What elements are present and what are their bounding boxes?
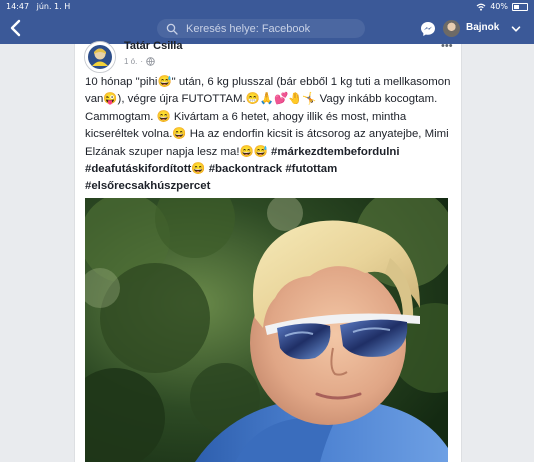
battery-percent: 40% (490, 2, 508, 11)
wifi-icon (476, 3, 486, 11)
profile-name[interactable]: Bajnok (466, 22, 499, 33)
more-icon[interactable]: ••• (441, 40, 453, 52)
status-time: 14:47 (6, 2, 30, 11)
status-date: jún. 1. H (36, 2, 71, 11)
search-bar[interactable] (157, 19, 365, 38)
hashtag[interactable]: #márkezdtembefordulni (271, 146, 400, 158)
post-time[interactable]: 1 ó. (124, 57, 137, 66)
hashtag[interactable]: #deafutáskifordított (85, 163, 191, 175)
hashtag[interactable]: #futottam (285, 163, 337, 175)
chevron-down-icon[interactable] (510, 23, 522, 35)
selfie-photo (85, 198, 448, 462)
search-input[interactable] (184, 21, 358, 36)
post-text: 10 hónap "pihi😅" után, 6 kg plusszal (bá… (85, 74, 457, 196)
author-avatar[interactable] (84, 41, 116, 73)
post-meta: 1 ó. · (124, 57, 155, 66)
search-icon (166, 23, 178, 35)
globe-icon (146, 57, 155, 66)
battery-icon (512, 2, 528, 11)
hashtag[interactable]: #backontrack (209, 163, 282, 175)
post-photo[interactable] (85, 198, 448, 462)
emoji: 😄 (191, 163, 209, 176)
top-nav-bar: Bajnok (0, 13, 534, 44)
author-name[interactable]: Tatár Csilla (124, 40, 183, 52)
back-chevron-icon[interactable] (8, 19, 24, 37)
messenger-icon[interactable] (420, 21, 436, 37)
hashtag[interactable]: #elsőrecsakhúszpercet (85, 180, 210, 192)
status-bar: 14:47 jún. 1. H 40% (0, 0, 534, 13)
profile-avatar[interactable] (443, 20, 460, 37)
